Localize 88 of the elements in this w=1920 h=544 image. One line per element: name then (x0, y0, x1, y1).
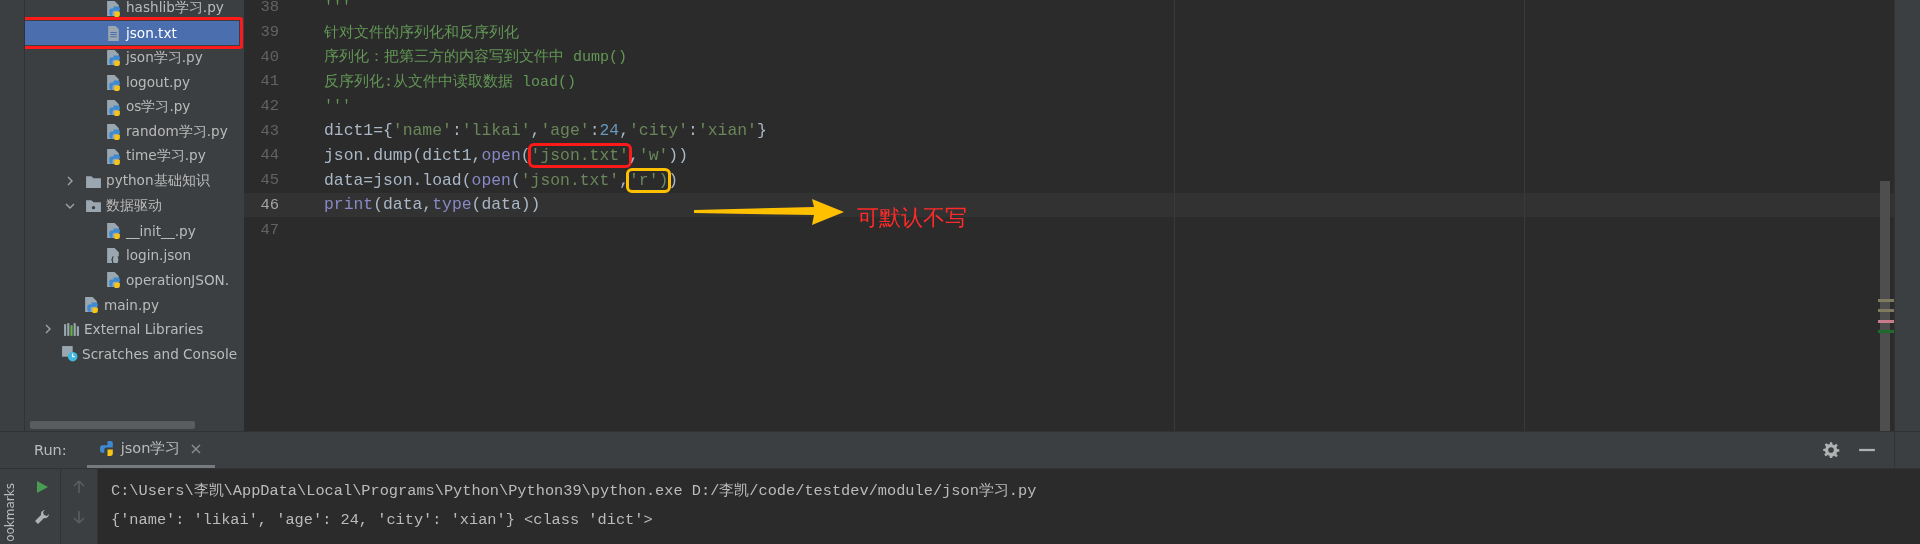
code-token: open (481, 145, 521, 165)
tree-item[interactable]: hashlib学习.py (25, 0, 244, 21)
chevron-icon[interactable] (65, 176, 75, 187)
code-token: } (756, 121, 767, 141)
line-number: 39 (259, 23, 280, 42)
line-number: 41 (259, 72, 280, 91)
code-token: : (451, 121, 462, 141)
code-token: 反序列化:从文件中读取数据 load() (324, 72, 576, 91)
code-token: open (471, 170, 511, 190)
arrow-icon (694, 197, 844, 227)
python-file-icon (105, 222, 122, 240)
tree-item[interactable]: os学习.py (25, 94, 244, 120)
line-number: 45 (259, 171, 280, 190)
json-file-icon (105, 246, 122, 264)
tree-item[interactable]: login.json (25, 242, 244, 268)
python-file-icon (105, 147, 122, 165)
code-token: )) (668, 145, 688, 165)
text-file-icon (105, 24, 122, 42)
python-file-icon (83, 296, 100, 314)
chevron-icon[interactable] (43, 324, 53, 335)
code-token: , (628, 145, 639, 165)
play-icon[interactable] (34, 479, 50, 495)
code-token: 24 (599, 121, 620, 141)
line-number: 46 (259, 195, 280, 214)
tree-item[interactable]: time学习.py (25, 144, 244, 169)
scratches-icon (61, 345, 78, 363)
code-token: 'name' (392, 121, 452, 141)
tree-item[interactable]: json学习.py (25, 45, 244, 71)
line-number: 44 (259, 146, 280, 165)
wrench-icon[interactable] (34, 509, 50, 525)
line-number: 43 (259, 121, 280, 140)
code-token: ) (668, 170, 679, 190)
python-file-icon (105, 0, 122, 17)
code-token: ( (510, 170, 521, 190)
code-token: json.dump(dict1, (324, 145, 482, 165)
code-token: ''' (324, 0, 351, 16)
code-token: ''' (324, 97, 351, 115)
code-token: , (619, 170, 629, 190)
code-token: 'r') (628, 170, 669, 190)
code-token: 'likai' (461, 121, 531, 141)
code-token: 'age' (540, 121, 590, 141)
python-file-icon (105, 73, 122, 91)
tree-item[interactable]: main.py (25, 292, 244, 317)
code-token: ( (520, 145, 531, 165)
code-token: 'xian' (697, 121, 757, 141)
python-file-icon (105, 98, 122, 116)
close-icon[interactable]: × (189, 439, 203, 458)
code-token: 'city' (629, 121, 689, 141)
code-token: 'json.txt' (520, 170, 620, 190)
folder-icon (85, 197, 102, 215)
line-number: 42 (259, 97, 280, 116)
line-number: 38 (259, 0, 280, 17)
code-token: 'json.txt' (530, 145, 629, 165)
console-output: {'name': 'likai', 'age': 24, 'city': 'xian'} <class 'dict'> (111, 510, 654, 531)
tree-item[interactable]: logout.py (25, 70, 244, 95)
code-token: 序列化：把第三方的内容写到文件中 dump() (324, 47, 627, 67)
run-label: Run: (34, 442, 67, 458)
code-token: : (688, 121, 698, 141)
scrollbar[interactable] (30, 421, 195, 429)
code-token: , (530, 121, 541, 141)
code-token: (data)) (471, 195, 541, 215)
tree-item[interactable]: Scratches and Console (25, 341, 244, 367)
console-output: C:\Users\李凯\AppData\Local\Programs\Python\Python39\python.exe D:/李凯/code/testdev/module/json学习.py (111, 481, 1038, 502)
tree-item[interactable]: operationJSON. (25, 267, 244, 293)
tree-item[interactable]: random学习.py (25, 119, 244, 145)
python-icon (98, 440, 116, 457)
code-token: type (432, 195, 472, 215)
code-token: (data, (373, 195, 433, 215)
tree-item[interactable]: 数据驱动 (25, 193, 244, 219)
code-token: : (589, 121, 600, 141)
libraries-icon (63, 320, 80, 338)
code-token: , (619, 121, 629, 141)
code-token: data=json.load( (324, 170, 472, 190)
code-token: 'w' (638, 145, 669, 165)
python-file-icon (105, 123, 122, 141)
tree-item[interactable]: External Libraries (25, 316, 244, 342)
callout-text: 可默认不写 (857, 204, 967, 232)
line-number: 40 (259, 47, 280, 66)
code-token: dict1={ (324, 121, 393, 141)
scrollbar[interactable] (1880, 181, 1890, 431)
python-file-icon (105, 271, 122, 289)
settings-icon[interactable] (1822, 441, 1840, 459)
code-token: 针对文件的序列化和反序列化 (324, 23, 519, 42)
python-file-icon (105, 49, 122, 67)
code-token: print (324, 195, 374, 215)
tree-item[interactable]: python基础知识 (25, 168, 244, 194)
tree-item[interactable]: __init__.py (25, 218, 244, 243)
line-number: 47 (259, 220, 280, 239)
